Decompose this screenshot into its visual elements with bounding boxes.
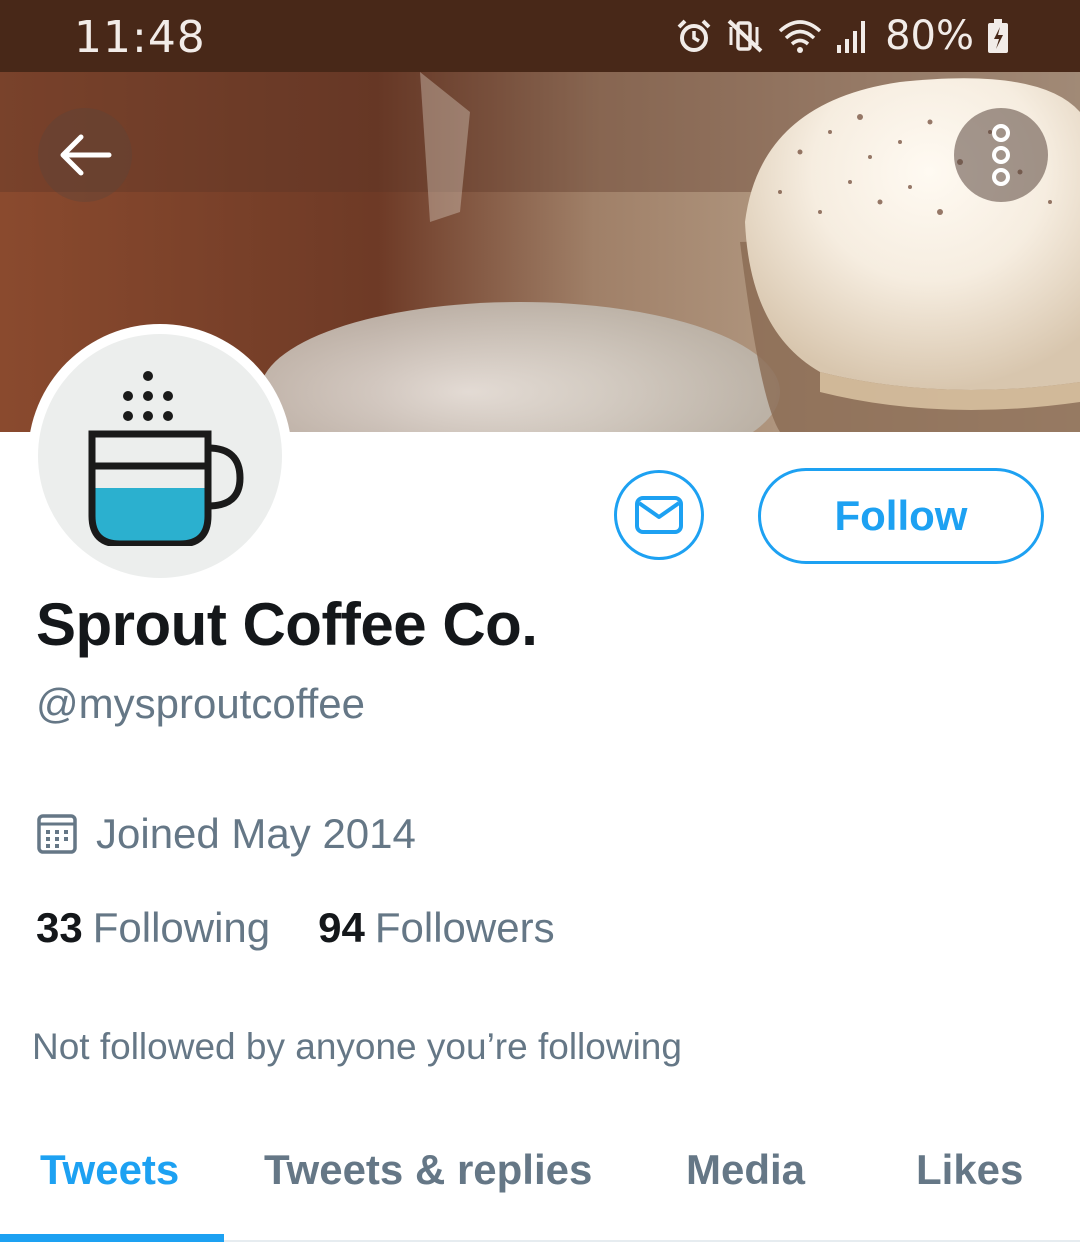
followers-count: 94 — [318, 904, 365, 951]
status-time: 11:48 — [74, 12, 206, 63]
more-options-button[interactable] — [954, 108, 1048, 202]
calendar-icon — [37, 814, 77, 854]
arrow-left-icon — [60, 134, 112, 176]
tab-likes[interactable]: Likes — [916, 1146, 1023, 1194]
profile-avatar[interactable] — [28, 324, 292, 588]
active-tab-indicator — [0, 1234, 224, 1242]
profile-handle: @mysproutcoffee — [36, 680, 366, 727]
status-bar: 11:48 80% — [0, 0, 1080, 72]
vibrate-mute-icon — [727, 19, 763, 53]
following-count: 33 — [36, 904, 83, 951]
tab-tweets[interactable]: Tweets — [40, 1146, 179, 1194]
following-label: Following — [92, 904, 271, 951]
more-vertical-icon — [992, 124, 1010, 186]
followed-by-text: Not followed by anyone you’re following — [32, 1026, 682, 1067]
signal-icon — [837, 21, 866, 53]
followers-stat[interactable]: 94 Followers — [318, 904, 554, 952]
follow-stats: 33 Following 94 Followers — [36, 904, 555, 952]
followers-label: Followers — [374, 904, 555, 951]
battery-charging-icon — [988, 19, 1008, 53]
message-button[interactable] — [614, 470, 704, 560]
alarm-icon — [677, 19, 711, 52]
coffee-cup-logo-icon — [88, 371, 244, 546]
mail-icon — [635, 496, 683, 534]
tab-media[interactable]: Media — [686, 1146, 805, 1194]
follow-button[interactable]: Follow — [758, 468, 1044, 564]
wifi-icon — [778, 20, 822, 53]
battery-percent: 80% — [885, 13, 974, 59]
profile-screen: 11:48 80% Follow Sprout Coffee Co. @mysp… — [0, 0, 1080, 1246]
profile-tabs: Tweets Tweets & replies Media Likes — [0, 1130, 1080, 1246]
profile-name: Sprout Coffee Co. — [36, 591, 538, 658]
joined-date-row: Joined May 2014 — [36, 810, 416, 858]
back-button[interactable] — [38, 108, 132, 202]
following-stat[interactable]: 33 Following — [36, 904, 270, 952]
tab-tweets-and-replies[interactable]: Tweets & replies — [264, 1146, 592, 1194]
status-icons: 80% — [675, 13, 1010, 59]
joined-date: Joined May 2014 — [96, 810, 416, 857]
avatar-logo — [38, 334, 282, 578]
